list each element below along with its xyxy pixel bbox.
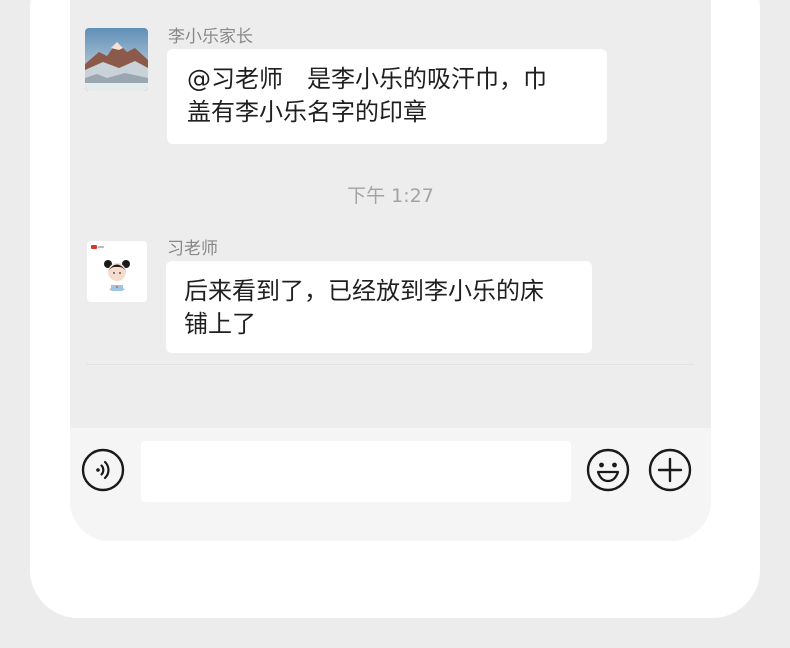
message-text: 盖有李小乐名字的印章 bbox=[187, 98, 427, 126]
sender-name: 李小乐家长 bbox=[168, 27, 253, 47]
message-text: 铺上了 bbox=[184, 310, 256, 338]
timestamp: 下午 1:27 bbox=[347, 185, 434, 207]
voice-icon bbox=[81, 448, 125, 492]
plus-icon bbox=[648, 448, 692, 492]
cartoon-girl-avatar bbox=[87, 241, 147, 302]
chat-screen: 李小乐家长 @习老师 是李小乐的吸汗巾，巾 盖有李小乐名字的印章 下午 1:27… bbox=[70, 0, 711, 541]
mountain-landscape-avatar bbox=[85, 28, 148, 91]
avatar-parent[interactable] bbox=[85, 28, 148, 91]
message-text: @习老师 是李小乐的吸汗巾，巾 bbox=[187, 65, 547, 93]
voice-button[interactable] bbox=[80, 447, 126, 493]
message-input[interactable] bbox=[141, 441, 571, 502]
input-bar bbox=[70, 428, 711, 541]
message-bubble[interactable]: 后来看到了，已经放到李小乐的床 铺上了 bbox=[166, 261, 592, 353]
message-text: 后来看到了，已经放到李小乐的床 bbox=[184, 277, 544, 305]
avatar-teacher[interactable] bbox=[87, 241, 147, 302]
emoji-button[interactable] bbox=[585, 447, 631, 493]
sender-name: 习老师 bbox=[167, 239, 218, 259]
emoji-icon bbox=[586, 448, 630, 492]
message-bubble[interactable]: @习老师 是李小乐的吸汗巾，巾 盖有李小乐名字的印章 bbox=[167, 49, 607, 144]
add-button[interactable] bbox=[647, 447, 693, 493]
divider bbox=[86, 364, 694, 365]
